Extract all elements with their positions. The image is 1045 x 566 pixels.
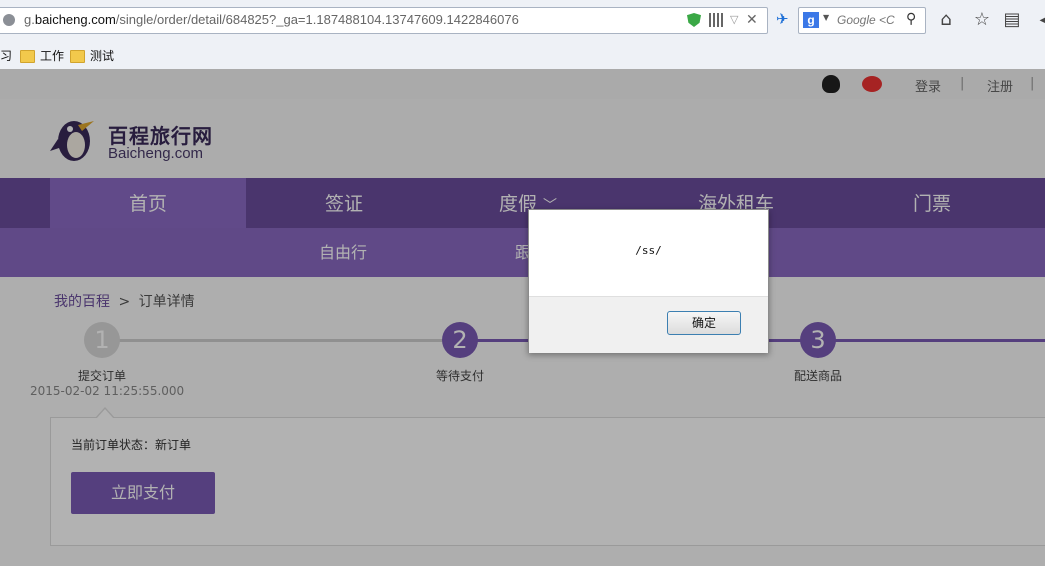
search-box[interactable]: g ▼ Google <C ⚲ (798, 7, 926, 34)
globe-icon (3, 14, 15, 26)
google-icon[interactable]: g (803, 12, 819, 28)
dropdown-arrow-icon[interactable]: ▽ (730, 13, 744, 27)
home-icon[interactable]: ⌂ (936, 10, 956, 30)
modal-overlay (0, 69, 1045, 566)
address-bar[interactable]: g.baicheng.com/single/order/detail/68482… (0, 7, 768, 34)
close-icon[interactable]: ✕ (746, 13, 760, 27)
search-icon[interactable]: ⚲ (906, 11, 916, 27)
more-icon[interactable]: ◂ (1034, 10, 1045, 30)
bookmarks-icon[interactable]: ▤ (1002, 10, 1022, 30)
alert-dialog: /ss/ 确定 (528, 209, 769, 353)
addon-bird-icon[interactable]: ✈ (776, 11, 792, 27)
star-icon[interactable]: ☆ (972, 10, 992, 30)
dialog-message: /ss/ (635, 244, 662, 257)
folder-icon (20, 50, 35, 63)
qr-code-icon[interactable] (709, 13, 723, 27)
engine-dropdown-icon[interactable]: ▼ (823, 13, 829, 22)
bookmark-folder-test[interactable]: 测试 (70, 47, 114, 64)
bookmark-item[interactable]: 习 (0, 47, 12, 64)
browser-toolbar: g.baicheng.com/single/order/detail/68482… (0, 0, 1045, 70)
search-input[interactable]: Google <C (837, 13, 895, 27)
dialog-footer: 确定 (529, 296, 768, 353)
folder-icon (70, 50, 85, 63)
shield-icon[interactable] (687, 13, 701, 27)
ok-button[interactable]: 确定 (667, 311, 741, 335)
bookmark-folder-work[interactable]: 工作 (20, 47, 64, 64)
url-text[interactable]: g.baicheng.com/single/order/detail/68482… (24, 12, 519, 27)
bookmarks-bar: 习 工作 测试 (0, 44, 1045, 64)
